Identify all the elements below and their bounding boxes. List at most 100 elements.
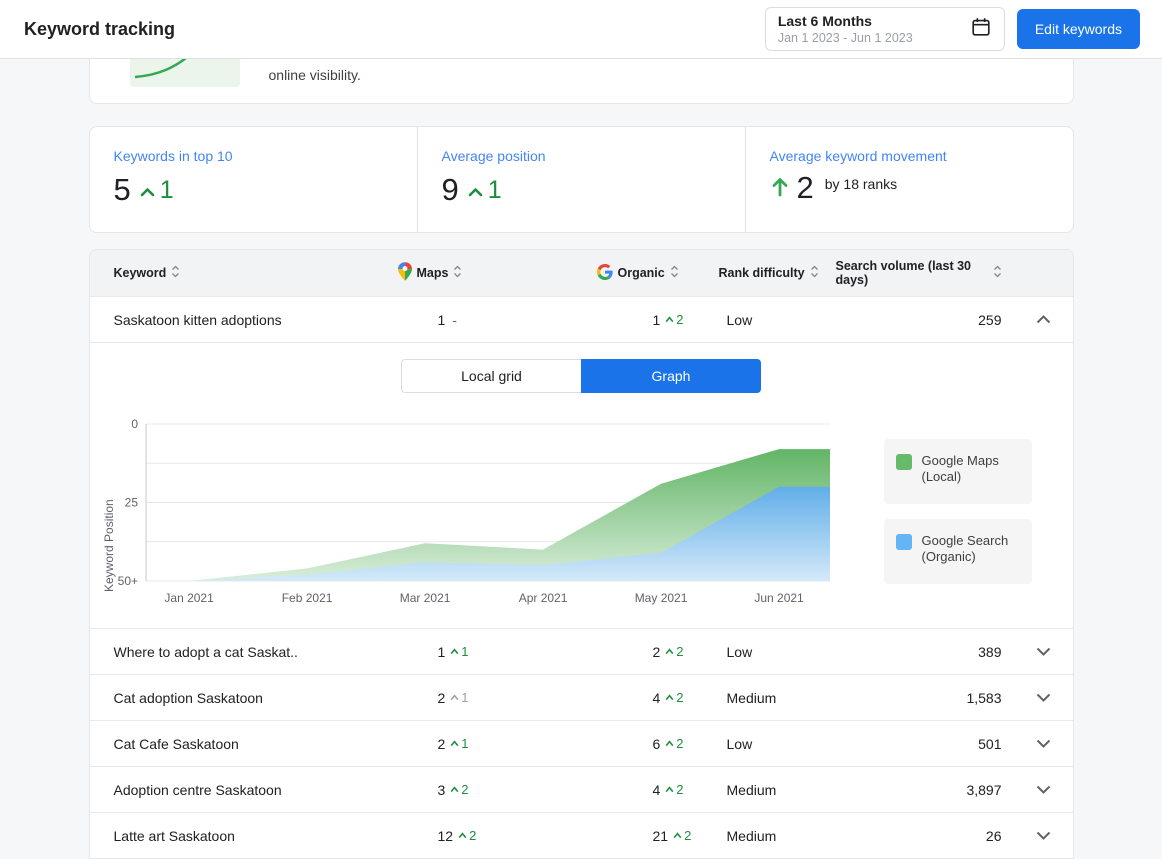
- delta-up-caret-icon: [458, 832, 467, 839]
- table-row[interactable]: Saskatoon kitten adoptions 1 - 1 2 Low 2…: [89, 296, 1073, 342]
- delta-up-caret-icon: [450, 694, 459, 701]
- table-row[interactable]: Latte art Saskatoon 12 2 21 2 Medium 26: [89, 812, 1073, 858]
- maps-rank-cell: 2 1: [398, 690, 597, 706]
- organic-rank: 1: [652, 311, 661, 328]
- intro-text: online visibility.: [268, 67, 361, 83]
- svg-text:May 2021: May 2021: [634, 591, 687, 605]
- rank-difficulty-cell: Low: [726, 735, 753, 752]
- column-keyword[interactable]: Keyword: [114, 265, 398, 281]
- date-range-label: Last 6 Months: [777, 12, 872, 29]
- delta-up-caret-icon: [673, 832, 682, 839]
- organic-rank-cell: 4 2: [597, 782, 719, 798]
- rank-difficulty-cell: Medium: [726, 827, 777, 844]
- maps-rank: 3: [437, 781, 446, 798]
- maps-rank-cell: 1 1: [398, 644, 597, 660]
- movement-note: by 18 ranks: [824, 176, 898, 192]
- rank-difficulty-cell: Low: [726, 643, 753, 660]
- delta-up-caret-icon: [665, 740, 674, 747]
- organic-delta: 2: [665, 782, 684, 797]
- sort-icon: [993, 265, 1002, 281]
- sort-icon: [670, 265, 679, 281]
- legend-google-search: Google Search (Organic): [883, 519, 1032, 584]
- delta-up-caret-icon: [665, 648, 674, 655]
- organic-delta: 2: [673, 828, 691, 843]
- svg-text:50+: 50+: [117, 574, 137, 588]
- google-g-icon: [596, 263, 613, 283]
- keyword-cell: Saskatoon kitten adoptions: [113, 311, 282, 328]
- rank-difficulty-cell: Medium: [726, 781, 777, 798]
- keyword-cell: Cat Cafe Saskatoon: [113, 735, 239, 752]
- stat-title: Average position: [441, 148, 546, 164]
- row-expand-chevron[interactable]: [1030, 688, 1057, 707]
- maps-rank-cell: 12 2: [398, 828, 597, 844]
- svg-text:25: 25: [124, 496, 138, 510]
- table-row[interactable]: Cat Cafe Saskatoon 2 1 6 2 Low 501: [89, 720, 1073, 766]
- svg-text:Apr 2021: Apr 2021: [518, 591, 567, 605]
- legend-label: Google Maps (Local): [921, 453, 999, 484]
- intro-card: online visibility.: [88, 59, 1074, 104]
- svg-text:Mar 2021: Mar 2021: [399, 591, 450, 605]
- delta-up-caret-icon: [665, 694, 674, 701]
- column-rank-difficulty[interactable]: Rank difficulty: [719, 265, 836, 281]
- row-expand-chevron[interactable]: [1030, 734, 1057, 753]
- stat-value: 5: [113, 172, 131, 207]
- chevron-down-icon: [1036, 739, 1050, 748]
- table-row[interactable]: Where to adopt a cat Saskat.. 1 1 2 2 Lo…: [89, 628, 1073, 674]
- column-label: Search volume (last 30 days): [835, 259, 971, 287]
- row-expand-chevron[interactable]: [1030, 780, 1057, 799]
- organic-rank: 21: [652, 827, 669, 844]
- up-arrow-icon: [770, 176, 790, 203]
- blue-swatch: [895, 534, 912, 550]
- stat-keywords-top10: Keywords in top 10 5 1: [90, 127, 418, 232]
- table-row[interactable]: Adoption centre Saskatoon 3 2 4 2 Medium…: [89, 766, 1073, 812]
- keyword-cell: Latte art Saskatoon: [113, 827, 235, 844]
- row-expand-chevron[interactable]: [1030, 310, 1057, 329]
- maps-delta: -: [452, 311, 457, 328]
- maps-rank-cell: 2 1: [398, 736, 597, 752]
- stat-value: 2: [796, 170, 814, 205]
- organic-rank: 4: [652, 689, 661, 706]
- maps-rank-cell: 1 -: [398, 312, 597, 328]
- organic-rank: 4: [652, 781, 661, 798]
- maps-rank-cell: 3 2: [398, 782, 597, 798]
- legend-google-maps: Google Maps (Local): [883, 439, 1032, 504]
- local-grid-tab[interactable]: Local grid: [401, 359, 581, 393]
- column-search-volume[interactable]: Search volume (last 30 days): [836, 259, 1002, 287]
- chevron-down-icon: [1036, 647, 1050, 656]
- svg-text:0: 0: [131, 417, 138, 431]
- green-swatch: [895, 454, 912, 470]
- column-organic[interactable]: Organic: [596, 263, 719, 283]
- row-expand-chevron[interactable]: [1030, 826, 1057, 845]
- keyword-detail-panel: Local grid Graph Keyword Position 0 25 50+…: [89, 342, 1073, 628]
- sort-icon: [453, 265, 462, 281]
- maps-delta: 2: [450, 782, 469, 797]
- organic-rank: 2: [652, 643, 661, 660]
- table-row[interactable]: Cat adoption Saskatoon 2 1 4 2 Medium 1,…: [89, 674, 1073, 720]
- row-expand-chevron[interactable]: [1030, 642, 1057, 661]
- organic-rank-cell: 1 2: [597, 312, 719, 328]
- search-volume-cell: 3,897: [966, 781, 1002, 798]
- sort-icon: [171, 265, 180, 281]
- stat-title: Average keyword movement: [769, 148, 947, 164]
- keyword-position-chart: Keyword Position 0 25 50+ Jan 2021 Feb 2021 M…: [102, 412, 840, 612]
- keywords-table: Keyword Maps Organic Rank difficulty Sea…: [88, 249, 1074, 859]
- maps-delta: 1: [450, 736, 469, 751]
- column-maps[interactable]: Maps: [397, 262, 597, 284]
- column-label: Maps: [416, 266, 449, 280]
- up-caret-icon: [140, 184, 155, 202]
- edit-keywords-button[interactable]: Edit keywords: [1016, 9, 1140, 49]
- delta-up-caret-icon: [450, 786, 459, 793]
- date-range-text: Last 6 Months Jan 1 2023 - Jun 1 2023: [778, 13, 960, 46]
- organic-delta: 2: [665, 644, 684, 659]
- chevron-down-icon: [1036, 693, 1050, 702]
- graph-tab[interactable]: Graph: [581, 359, 761, 393]
- organic-delta: 2: [665, 736, 684, 751]
- stat-title: Keywords in top 10: [113, 148, 233, 164]
- maps-rank: 12: [437, 827, 454, 844]
- keyword-cell: Where to adopt a cat Saskat..: [113, 643, 298, 660]
- chevron-down-icon: [1036, 315, 1050, 324]
- table-header: Keyword Maps Organic Rank difficulty Sea…: [89, 250, 1073, 296]
- search-volume-cell: 259: [978, 311, 1002, 328]
- date-range-picker[interactable]: Last 6 Months Jan 1 2023 - Jun 1 2023: [764, 7, 1005, 51]
- rank-difficulty-cell: Medium: [726, 689, 777, 706]
